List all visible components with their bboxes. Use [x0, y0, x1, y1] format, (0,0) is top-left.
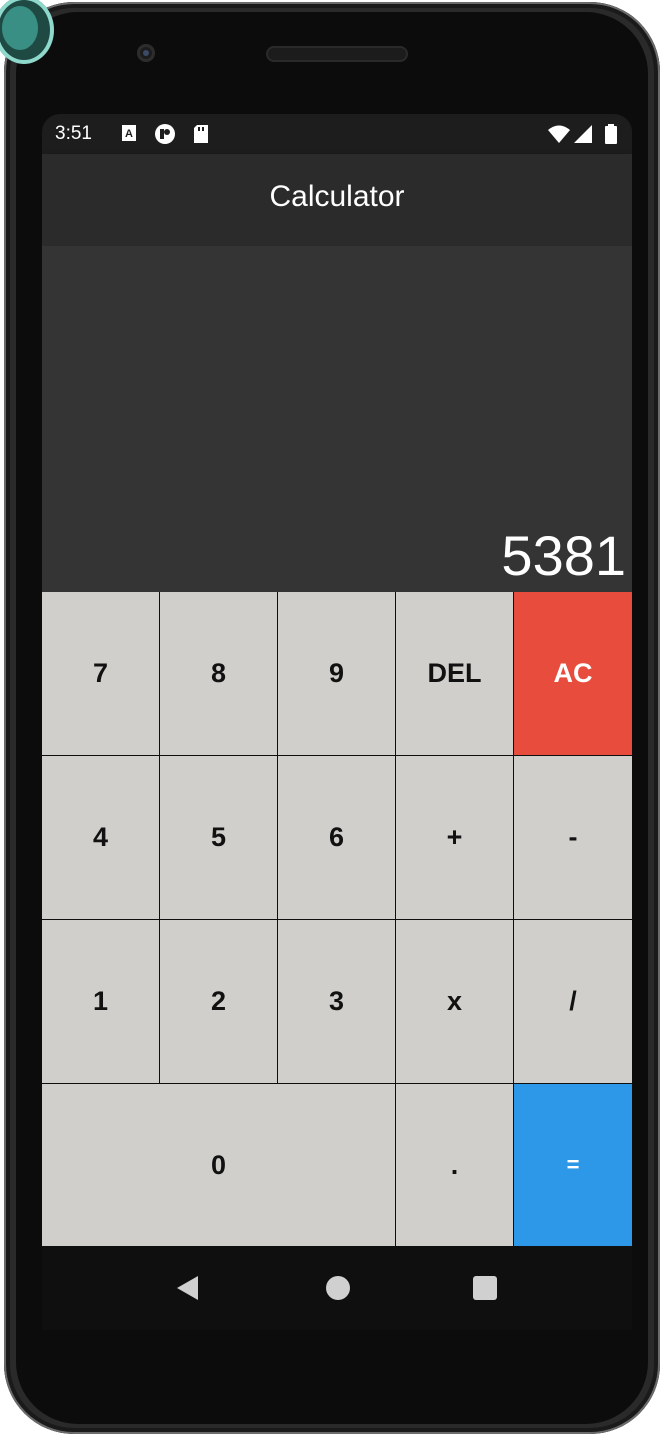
- key-7[interactable]: 7: [42, 592, 159, 755]
- battery-icon: [605, 124, 617, 148]
- display-value: 5381: [501, 524, 626, 587]
- multiply-button[interactable]: x: [396, 920, 513, 1083]
- app-bar: Calculator: [42, 154, 632, 246]
- status-time: 3:51: [55, 123, 92, 144]
- front-camera: [137, 44, 155, 62]
- sd-card-icon: [193, 124, 209, 148]
- subtract-button[interactable]: -: [514, 756, 632, 919]
- recents-icon[interactable]: [472, 1275, 498, 1305]
- key-2[interactable]: 2: [160, 920, 277, 1083]
- key-5[interactable]: 5: [160, 756, 277, 919]
- key-1[interactable]: 1: [42, 920, 159, 1083]
- wifi-icon: [547, 124, 571, 148]
- add-button[interactable]: +: [396, 756, 513, 919]
- key-8[interactable]: 8: [160, 592, 277, 755]
- home-icon[interactable]: [325, 1275, 351, 1305]
- key-3[interactable]: 3: [278, 920, 395, 1083]
- back-icon[interactable]: [175, 1275, 201, 1305]
- svg-text:A: A: [125, 128, 133, 140]
- key-0[interactable]: 0: [42, 1084, 395, 1246]
- decimal-button[interactable]: .: [396, 1084, 513, 1246]
- status-bar: 3:51 A: [42, 114, 632, 154]
- cell-signal-icon: [573, 124, 593, 148]
- text-format-icon: A: [121, 124, 137, 146]
- keypad: 7 8 9 DEL AC 4 5 6 + - 1 2 3 x / 0 . =: [42, 592, 632, 1247]
- screen: 3:51 A Calculator 5381 7 8 9 DEL AC 4 5: [42, 114, 632, 1330]
- app-notification-icon: [154, 124, 176, 148]
- navigation-bar: [42, 1247, 632, 1330]
- key-6[interactable]: 6: [278, 756, 395, 919]
- earpiece-speaker: [266, 46, 408, 62]
- equals-button[interactable]: =: [514, 1084, 632, 1246]
- result-display: 5381: [42, 246, 632, 592]
- key-4[interactable]: 4: [42, 756, 159, 919]
- page-title: Calculator: [269, 180, 405, 213]
- all-clear-button[interactable]: AC: [514, 592, 632, 755]
- key-9[interactable]: 9: [278, 592, 395, 755]
- divide-button[interactable]: /: [514, 920, 632, 1083]
- delete-button[interactable]: DEL: [396, 592, 513, 755]
